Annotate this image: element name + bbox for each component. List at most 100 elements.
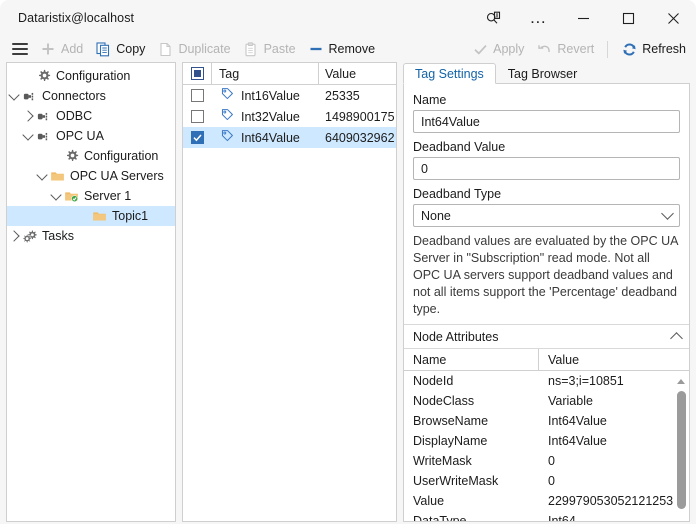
duplicate-button-label: Duplicate xyxy=(178,42,230,56)
table-row[interactable]: NodeId ns=3;i=10851 xyxy=(404,371,689,391)
copy-button[interactable]: Copy xyxy=(89,37,151,61)
tree-item-tasks[interactable]: Tasks xyxy=(7,226,175,246)
node-attributes-rows: NodeId ns=3;i=10851 NodeClass Variable B… xyxy=(404,371,689,521)
tag-name-cell: Int64Value xyxy=(211,129,319,146)
name-input[interactable]: Int64Value xyxy=(413,110,680,133)
row-checkbox-cell[interactable] xyxy=(183,89,211,102)
more-options-icon[interactable]: … xyxy=(516,0,561,36)
column-header-tag[interactable]: Tag xyxy=(212,63,319,84)
copy-button-label: Copy xyxy=(116,42,145,56)
main-content: Configuration Connectors xyxy=(0,62,696,524)
remove-button[interactable]: Remove xyxy=(302,37,382,61)
tab-tag-settings[interactable]: Tag Settings xyxy=(403,63,496,84)
attr-value-cell: 0 xyxy=(539,474,689,488)
row-checkbox[interactable] xyxy=(191,131,204,144)
name-field-label: Name xyxy=(413,93,680,107)
tag-icon xyxy=(220,108,234,125)
main-toolbar: Add Copy Duplicate xyxy=(0,36,696,62)
more-options-glyph: … xyxy=(529,13,547,23)
apply-button[interactable]: Apply xyxy=(466,37,530,61)
plus-icon xyxy=(40,41,56,57)
attr-name-cell: DataType xyxy=(404,514,539,521)
twisty-opc-ua-servers[interactable] xyxy=(35,174,49,179)
gear-icon xyxy=(35,68,52,84)
tree-item-opc-ua[interactable]: OPC UA xyxy=(7,126,175,146)
node-attributes-header: Name Value xyxy=(404,349,689,371)
close-button[interactable] xyxy=(651,0,696,36)
tree-item-opcua-configuration[interactable]: Configuration xyxy=(7,146,175,166)
paste-button-label: Paste xyxy=(264,42,296,56)
check-icon xyxy=(472,41,488,57)
table-row[interactable]: Value 2299790530521212539 xyxy=(404,491,689,511)
chevron-up-icon[interactable] xyxy=(670,332,683,345)
twisty-server-1[interactable] xyxy=(49,194,63,199)
table-row[interactable]: Int16Value 25335 xyxy=(183,85,396,106)
table-row[interactable]: DataType Int64 xyxy=(404,511,689,521)
search-icon[interactable] xyxy=(471,0,516,36)
table-row[interactable]: Int64Value 6409032962 xyxy=(183,127,396,148)
row-checkbox[interactable] xyxy=(191,110,204,123)
deadband-type-select[interactable]: None xyxy=(413,204,680,227)
twisty-connectors[interactable] xyxy=(7,94,21,99)
tree-item-label: Connectors xyxy=(42,89,106,103)
details-panel: Tag Settings Tag Browser Name Int64Value… xyxy=(403,62,690,522)
tag-name-cell: Int16Value xyxy=(211,87,319,104)
attr-column-header-value[interactable]: Value xyxy=(539,349,689,370)
tree-item-label: OPC UA Servers xyxy=(70,169,164,183)
caption-button-group: … xyxy=(471,0,696,36)
scrollbar-thumb[interactable] xyxy=(677,391,686,509)
tree-item-topic1[interactable]: Topic1 xyxy=(7,206,175,226)
table-row[interactable]: UserWriteMask 0 xyxy=(404,471,689,491)
twisty-odbc[interactable] xyxy=(21,112,35,120)
duplicate-icon xyxy=(157,41,173,57)
table-row[interactable]: Int32Value 1498900175 xyxy=(183,106,396,127)
tree-item-server-1[interactable]: Server 1 xyxy=(7,186,175,206)
paste-button[interactable]: Paste xyxy=(237,37,302,61)
maximize-button[interactable] xyxy=(606,0,651,36)
column-header-value[interactable]: Value xyxy=(319,63,396,84)
row-checkbox-cell[interactable] xyxy=(183,110,211,123)
menu-button[interactable] xyxy=(6,37,34,61)
navigation-tree-panel[interactable]: Configuration Connectors xyxy=(6,62,176,522)
scroll-up-arrow-icon[interactable] xyxy=(677,371,685,388)
table-row[interactable]: BrowseName Int64Value xyxy=(404,411,689,431)
tree-item-configuration-root[interactable]: Configuration xyxy=(7,66,175,86)
node-attributes-scrollbar[interactable] xyxy=(673,371,689,521)
row-checkbox[interactable] xyxy=(191,89,204,102)
deadband-value-label: Deadband Value xyxy=(413,140,680,154)
refresh-button[interactable]: Refresh xyxy=(615,37,692,61)
table-row[interactable]: NodeClass Variable xyxy=(404,391,689,411)
deadband-value-input[interactable]: 0 xyxy=(413,157,680,180)
tab-tag-browser[interactable]: Tag Browser xyxy=(496,63,589,84)
row-checkbox-cell[interactable] xyxy=(183,131,211,144)
duplicate-button[interactable]: Duplicate xyxy=(151,37,236,61)
title-bar: Dataristix@localhost … xyxy=(0,0,696,36)
select-all-checkbox-cell[interactable] xyxy=(183,63,212,84)
node-attributes-section-header[interactable]: Node Attributes xyxy=(404,324,689,349)
revert-button[interactable]: Revert xyxy=(530,37,600,61)
window-title: Dataristix@localhost xyxy=(18,11,134,25)
refresh-button-label: Refresh xyxy=(642,42,686,56)
tree-item-label: OPC UA xyxy=(56,129,104,143)
tree-item-connectors[interactable]: Connectors xyxy=(7,86,175,106)
attr-value-cell: Int64Value xyxy=(539,434,689,448)
tree-item-odbc[interactable]: ODBC xyxy=(7,106,175,126)
details-tab-strip: Tag Settings Tag Browser xyxy=(403,62,690,84)
node-attributes-title: Node Attributes xyxy=(413,330,498,344)
attr-value-cell: ns=3;i=10851 xyxy=(539,374,689,388)
select-all-checkbox[interactable] xyxy=(191,67,204,80)
tree-item-opc-ua-servers[interactable]: OPC UA Servers xyxy=(7,166,175,186)
attr-column-header-name[interactable]: Name xyxy=(404,349,539,370)
tag-icon xyxy=(220,87,234,104)
attr-name-cell: DisplayName xyxy=(404,434,539,448)
add-button[interactable]: Add xyxy=(34,37,89,61)
table-row[interactable]: WriteMask 0 xyxy=(404,451,689,471)
tag-name-label: Int16Value xyxy=(241,89,300,103)
minimize-button[interactable] xyxy=(561,0,606,36)
table-row[interactable]: DisplayName Int64Value xyxy=(404,431,689,451)
tree-item-label: Server 1 xyxy=(84,189,131,203)
twisty-tasks[interactable] xyxy=(7,232,21,240)
chevron-down-icon xyxy=(661,207,674,220)
twisty-opc-ua[interactable] xyxy=(21,134,35,139)
tag-list-panel[interactable]: Tag Value Int16Value 25335 xyxy=(182,62,397,522)
